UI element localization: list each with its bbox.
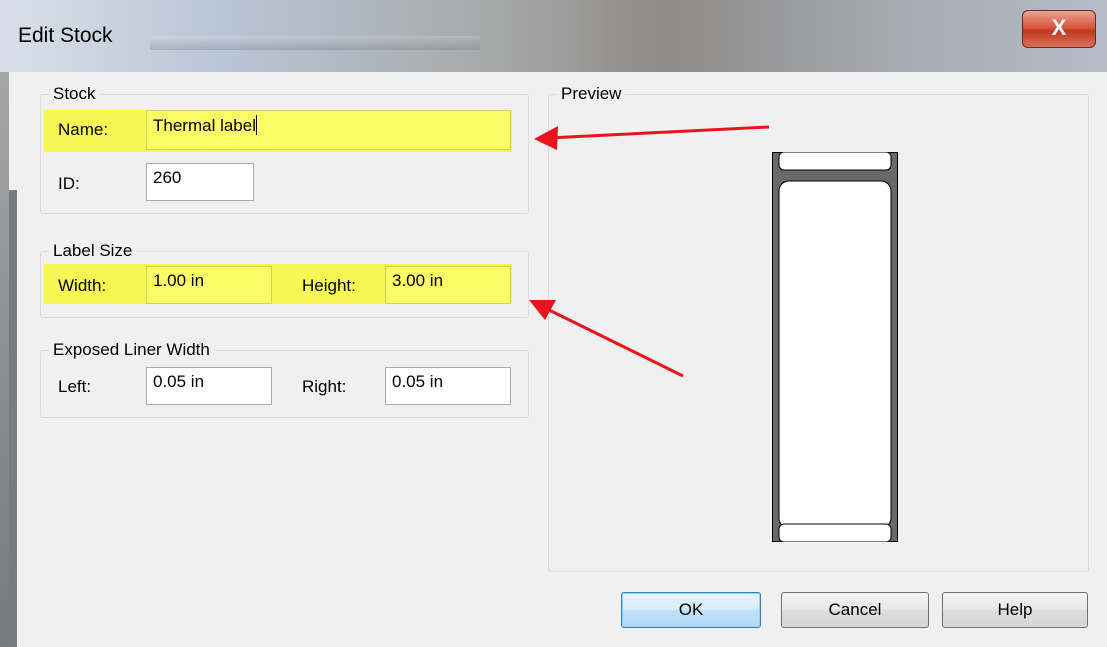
stock-group-title: Stock — [49, 84, 100, 104]
preview-group-title: Preview — [557, 84, 626, 104]
left-liner-input-value: 0.05 in — [153, 372, 205, 391]
right-liner-input[interactable]: 0.05 in — [385, 367, 511, 405]
id-input[interactable]: 260 — [146, 163, 254, 201]
label-size-group-title: Label Size — [49, 241, 137, 261]
help-button[interactable]: Help — [942, 592, 1088, 628]
name-input-value: Thermal label — [153, 116, 256, 135]
window-left-edge — [0, 72, 9, 647]
close-button[interactable]: X — [1022, 10, 1096, 48]
name-label: Name: — [58, 120, 109, 139]
preview-label-bottom-partial — [778, 523, 892, 542]
preview-label-main — [778, 180, 892, 529]
close-icon: X — [1051, 15, 1067, 40]
width-label: Width: — [58, 276, 107, 295]
left-liner-label: Left: — [58, 377, 92, 396]
height-input-value: 3.00 in — [392, 271, 444, 290]
left-liner-input[interactable]: 0.05 in — [146, 367, 272, 405]
label-preview-graphic — [772, 152, 898, 542]
window-left-edge-inner — [9, 190, 17, 647]
cancel-button[interactable]: Cancel — [781, 592, 929, 628]
width-input-value: 1.00 in — [153, 271, 205, 290]
background-window-tabs — [150, 36, 480, 50]
right-liner-label: Right: — [302, 377, 347, 396]
id-label: ID: — [58, 174, 80, 193]
preview-label-top-partial — [778, 152, 892, 171]
ok-button[interactable]: OK — [621, 592, 761, 628]
width-input[interactable]: 1.00 in — [146, 266, 272, 304]
right-liner-input-value: 0.05 in — [392, 372, 444, 391]
name-input[interactable]: Thermal label — [146, 110, 511, 150]
edit-stock-dialog: Edit Stock X Stock Name: Thermal label I… — [0, 0, 1107, 647]
window-title: Edit Stock — [18, 24, 113, 47]
id-input-value: 260 — [153, 168, 182, 187]
text-caret — [256, 115, 257, 135]
height-label: Height: — [302, 276, 356, 295]
height-input[interactable]: 3.00 in — [385, 266, 511, 304]
title-bar[interactable]: Edit Stock X — [0, 0, 1107, 72]
exposed-liner-width-group-title: Exposed Liner Width — [49, 340, 214, 360]
